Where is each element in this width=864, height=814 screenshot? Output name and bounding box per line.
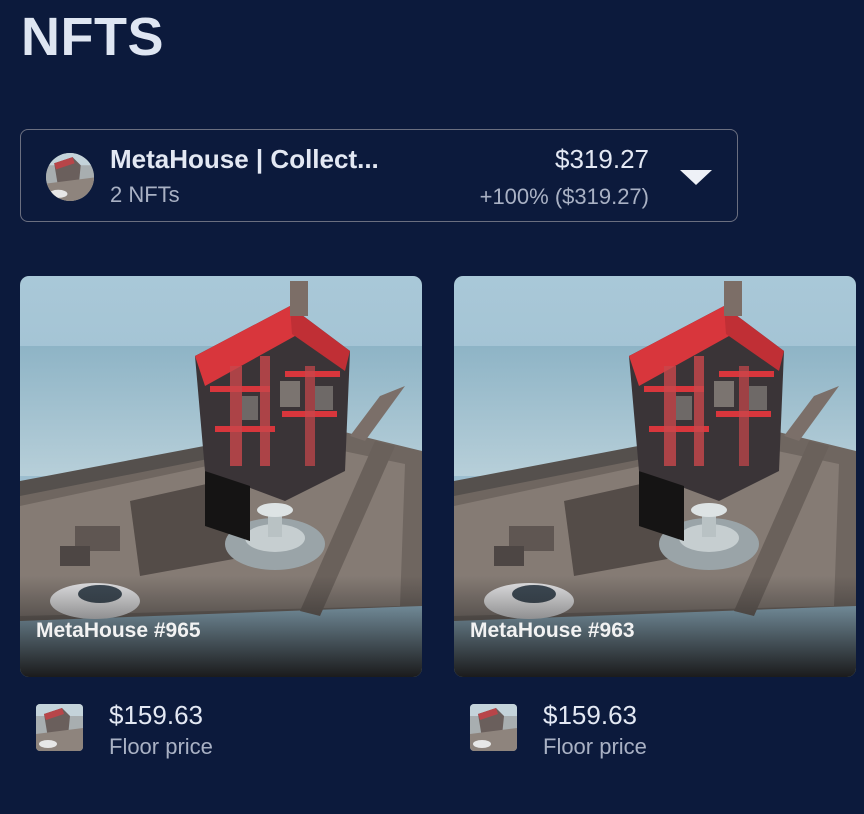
collection-value-change: +100% ($319.27) bbox=[479, 184, 649, 209]
price-caption: Floor price bbox=[543, 734, 647, 759]
nft-image bbox=[20, 276, 422, 677]
nft-price: $159.63 bbox=[543, 700, 637, 730]
collection-name: MetaHouse | Collect... bbox=[110, 144, 379, 174]
collection-total-value: $319.27 bbox=[555, 144, 649, 174]
collection-selector[interactable]: MetaHouse | Collect... 2 NFTs $319.27 +1… bbox=[20, 129, 738, 222]
nft-card[interactable]: MetaHouse #965 bbox=[20, 276, 422, 677]
nft-name: MetaHouse #965 bbox=[36, 619, 201, 642]
collection-avatar-image bbox=[46, 153, 94, 201]
collection-avatar bbox=[46, 153, 94, 201]
nft-name: MetaHouse #963 bbox=[470, 619, 635, 642]
page-title: NFTS bbox=[21, 7, 164, 67]
chevron-down-icon[interactable] bbox=[680, 170, 712, 185]
nft-card[interactable]: MetaHouse #963 bbox=[454, 276, 856, 677]
nft-image bbox=[454, 276, 856, 677]
collection-nft-count: 2 NFTs bbox=[110, 182, 180, 207]
collection-thumbnail bbox=[36, 704, 83, 751]
price-caption: Floor price bbox=[109, 734, 213, 759]
nft-price: $159.63 bbox=[109, 700, 203, 730]
collection-thumbnail bbox=[470, 704, 517, 751]
